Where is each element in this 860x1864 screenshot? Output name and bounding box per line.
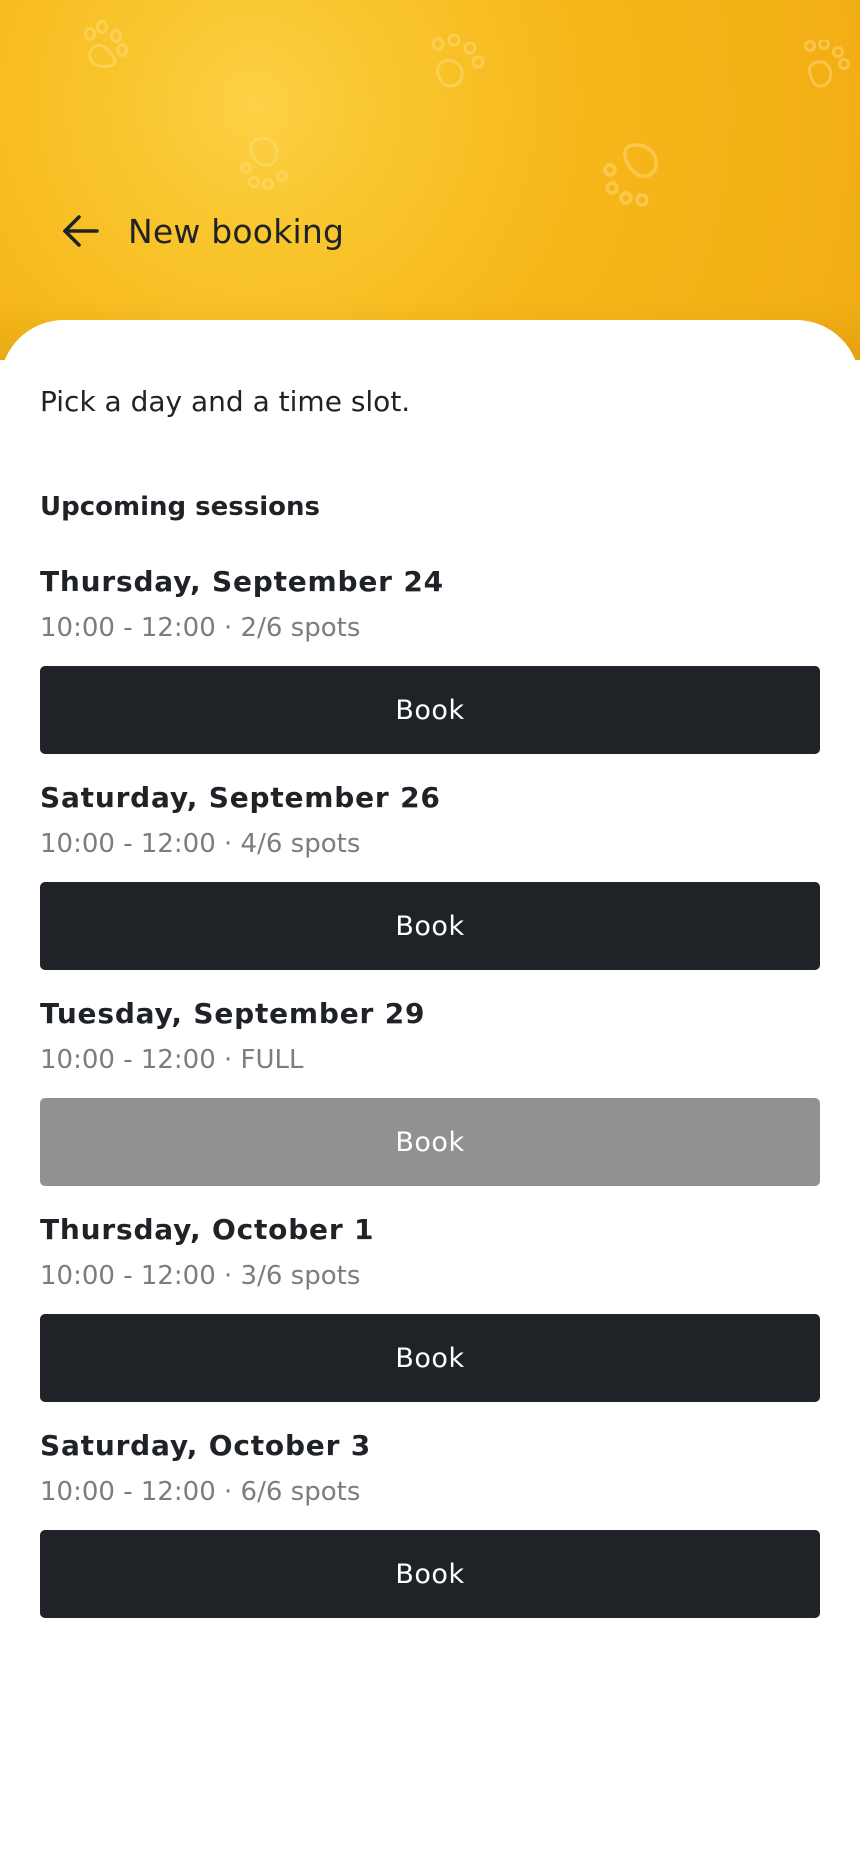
session-item: Saturday, October 3 10:00 - 12:00 · 6/6 … xyxy=(40,1427,820,1643)
session-date: Tuesday, September 29 xyxy=(40,997,426,1030)
page-title: New booking xyxy=(128,211,345,251)
session-info: 10:00 - 12:00 · 6/6 spots xyxy=(40,1477,361,1507)
session-info: 10:00 - 12:00 · FULL xyxy=(40,1045,304,1075)
session-list: Thursday, September 24 10:00 - 12:00 · 2… xyxy=(40,563,820,1643)
paw-print-icon xyxy=(603,143,658,207)
paw-print-icon xyxy=(84,20,128,68)
intro-text: Pick a day and a time slot. xyxy=(40,385,411,418)
session-item: Saturday, September 26 10:00 - 12:00 · 4… xyxy=(40,779,820,995)
top-app-bar: New booking xyxy=(62,203,344,259)
book-button-disabled: Book xyxy=(40,1098,820,1186)
session-date: Saturday, October 3 xyxy=(40,1429,372,1462)
session-date: Thursday, September 24 xyxy=(40,565,444,598)
session-item: Thursday, September 24 10:00 - 12:00 · 2… xyxy=(40,563,820,779)
paw-print-icon xyxy=(240,136,288,190)
session-item: Tuesday, September 29 10:00 - 12:00 · FU… xyxy=(40,995,820,1211)
session-date: Saturday, September 26 xyxy=(40,781,441,814)
book-button[interactable]: Book xyxy=(40,666,820,754)
session-info: 10:00 - 12:00 · 2/6 spots xyxy=(40,613,361,643)
session-info: 10:00 - 12:00 · 3/6 spots xyxy=(40,1261,361,1291)
section-title: Upcoming sessions xyxy=(40,492,320,522)
book-button[interactable]: Book xyxy=(40,882,820,970)
book-button[interactable]: Book xyxy=(40,1530,820,1618)
paw-print-icon xyxy=(431,34,485,88)
paw-print-icon xyxy=(804,40,850,88)
session-item: Thursday, October 1 10:00 - 12:00 · 3/6 … xyxy=(40,1211,820,1427)
session-info: 10:00 - 12:00 · 4/6 spots xyxy=(40,829,361,859)
header: New booking xyxy=(0,0,860,360)
book-button[interactable]: Book xyxy=(40,1314,820,1402)
session-date: Thursday, October 1 xyxy=(40,1213,375,1246)
back-button[interactable] xyxy=(62,205,114,257)
arrow-left-icon xyxy=(63,215,99,247)
